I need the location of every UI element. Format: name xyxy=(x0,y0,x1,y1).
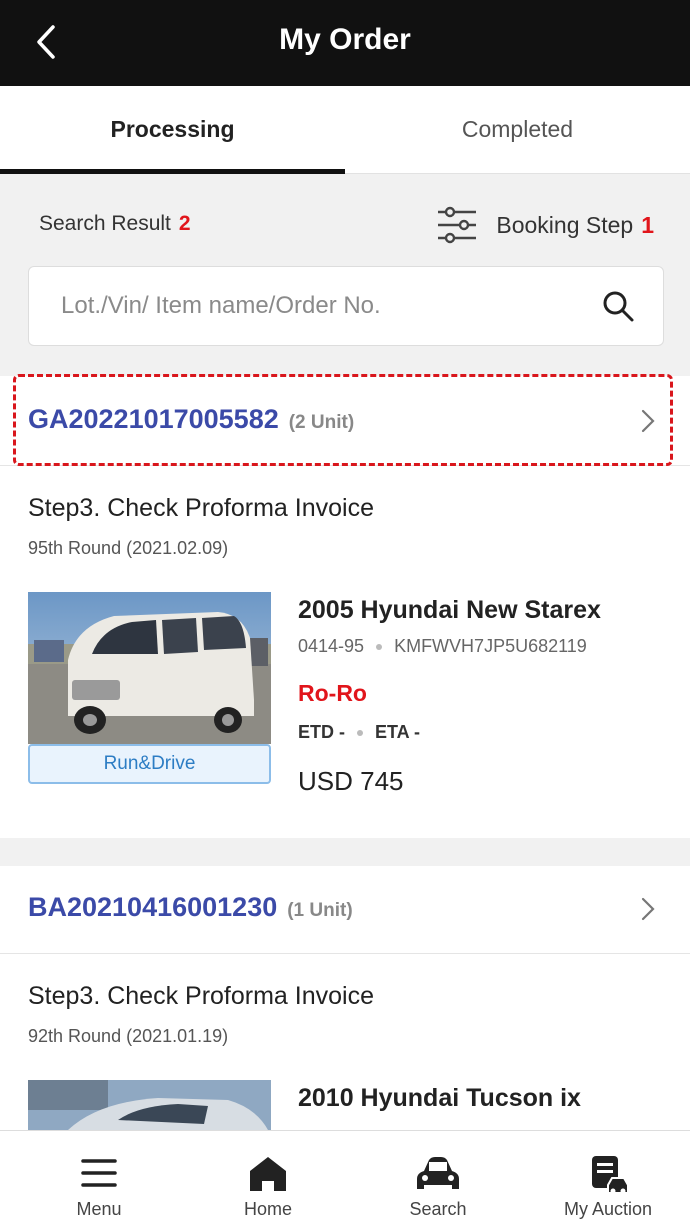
search-result-summary: Search Result 2 xyxy=(39,212,191,236)
etd-value: ETD - xyxy=(298,722,345,742)
card-separator xyxy=(0,838,690,866)
eta-value: ETA - xyxy=(375,722,420,742)
search-input[interactable]: Lot./Vin/ Item name/Order No. xyxy=(28,266,664,346)
order-step: Step3. Check Proforma Invoice xyxy=(28,982,374,1010)
nav-menu-label: Menu xyxy=(76,1199,122,1219)
tab-completed[interactable]: Completed xyxy=(345,86,690,174)
search-placeholder: Lot./Vin/ Item name/Order No. xyxy=(61,292,381,319)
order-step: Step3. Check Proforma Invoice xyxy=(28,494,374,522)
nav-search[interactable]: Search xyxy=(352,1131,524,1230)
price: USD 745 xyxy=(298,766,404,796)
highlight-outline xyxy=(13,374,673,466)
run-drive-badge: Run&Drive xyxy=(28,744,271,784)
filter-sliders-icon xyxy=(438,206,477,244)
app-header: My Order xyxy=(0,0,690,86)
order-card: Step3. Check Proforma Invoice 92th Round… xyxy=(0,954,690,1130)
tab-processing[interactable]: Processing xyxy=(0,86,345,174)
booking-step-filter[interactable]: Booking Step 1 xyxy=(436,206,654,244)
booking-step-count: 1 xyxy=(641,211,654,238)
nav-my-auction-label: My Auction xyxy=(563,1199,653,1219)
home-icon xyxy=(250,1157,286,1191)
search-icon[interactable] xyxy=(601,289,635,323)
nav-search-label: Search xyxy=(409,1199,467,1219)
unit-count: (1 Unit) xyxy=(287,900,353,921)
page-title: My Order xyxy=(279,23,411,56)
nav-home-label: Home xyxy=(243,1199,292,1219)
lot-number: 0414-95 xyxy=(298,636,365,656)
nav-my-auction[interactable]: My Auction xyxy=(522,1131,690,1230)
chevron-right-icon xyxy=(641,897,655,921)
car-search-icon xyxy=(417,1157,459,1189)
order-tabs: Processing Completed xyxy=(0,86,690,174)
auction-round: 95th Round (2021.02.09) xyxy=(28,538,229,558)
vehicle-title[interactable]: 2010 Hyundai Tucson ix xyxy=(298,1084,581,1113)
menu-icon xyxy=(81,1159,117,1187)
vehicle-codes: 0414-95 KMFWVH7JP5U682119 xyxy=(298,636,587,657)
vehicle-photo[interactable] xyxy=(28,592,271,744)
vin-number: KMFWVH7JP5U682119 xyxy=(394,636,587,656)
bottom-navigation: Menu Home Search My Auction xyxy=(0,1130,690,1230)
nav-menu[interactable]: Menu xyxy=(13,1131,185,1230)
my-auction-icon xyxy=(592,1156,629,1194)
search-result-count: 2 xyxy=(178,212,191,235)
order-card: Step3. Check Proforma Invoice 95th Round… xyxy=(0,466,690,838)
etd-eta: ETD - ETA - xyxy=(298,722,420,743)
vehicle-title[interactable]: 2005 Hyundai New Starex xyxy=(298,596,601,625)
nav-home[interactable]: Home xyxy=(182,1131,354,1230)
shipping-method: Ro-Ro xyxy=(298,680,367,706)
booking-step-label: Booking Step xyxy=(496,211,634,238)
order-number: BA20210416001230 (1 Unit) xyxy=(28,892,353,922)
search-result-label: Search Result xyxy=(39,212,171,235)
auction-round: 92th Round (2021.01.19) xyxy=(28,1026,229,1046)
vehicle-photo[interactable] xyxy=(28,1080,271,1130)
order-header[interactable]: BA20210416001230 (1 Unit) xyxy=(0,866,690,954)
